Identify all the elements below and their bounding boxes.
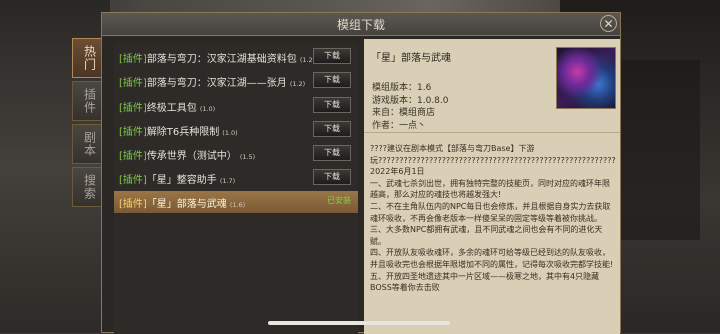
detail-title: 「星」部落与武魂 <box>371 53 451 64</box>
mod-tag: [插件] <box>119 199 147 210</box>
mod-name: 终极工具包 <box>146 103 197 114</box>
mod-row-selected[interactable]: [插件]「星」部落与武魂 (1.6) 已安装 <box>114 191 358 213</box>
desc-line: 四、开放队友吸收魂环，多余的魂环可给等级已经到达的队友吸收，并且吸收完也会根据年… <box>370 248 614 269</box>
download-button[interactable]: 下载 <box>313 169 351 185</box>
mod-row[interactable]: [插件]「星」整容助手 (1.7) 下载 <box>114 168 358 188</box>
mod-tag: [插件] <box>119 127 147 138</box>
mod-name: 解除T6兵种限制 <box>146 127 220 138</box>
mod-download-dialog: 模组下载 ✕ [插件]部落与弯刀：汉家江湖基础资料包 (1.2) 下载 [插件]部… <box>101 12 621 334</box>
desc-line: 三、大多数NPC都拥有武魂，且不同武魂之间也会有不同的进化天赋。 <box>370 225 603 246</box>
detail-mod-version: 模组版本：1.6 <box>372 83 432 93</box>
mod-name: 部落与弯刀：汉家江湖——张月 <box>146 78 287 89</box>
download-button[interactable]: 下载 <box>313 48 351 64</box>
mod-name: 部落与弯刀：汉家江湖基础资料包 <box>146 54 297 65</box>
mod-row[interactable]: [插件]解除T6兵种限制 (1.0) 下载 <box>114 120 358 140</box>
mod-thumbnail <box>556 47 616 109</box>
mod-tag: [插件] <box>119 103 147 114</box>
mod-version: (1.7) <box>219 177 236 185</box>
mod-row[interactable]: [插件]终极工具包 (1.0) 下载 <box>114 96 358 116</box>
mod-name: 「星」部落与武魂 <box>146 199 227 210</box>
download-button[interactable]: 下载 <box>313 97 351 113</box>
mod-list: [插件]部落与弯刀：汉家江湖基础资料包 (1.2) 下载 [插件]部落与弯刀：汉家… <box>114 43 358 334</box>
home-indicator[interactable] <box>268 321 450 325</box>
mod-version: (1.2) <box>289 80 306 88</box>
download-button[interactable]: 下载 <box>313 145 351 161</box>
detail-author: 作者：一点丶 <box>372 120 427 131</box>
desc-line: 一、武魂七杀剑出世，拥有独特完整的技能页，同时对应的魂环年限越高，那么对应的魂技… <box>370 178 610 200</box>
mod-tag: [插件] <box>119 54 147 65</box>
mod-version: (1.6) <box>229 201 246 209</box>
installed-status: 已安装 <box>327 196 351 205</box>
download-button[interactable]: 下载 <box>313 72 351 88</box>
close-icon[interactable]: ✕ <box>600 15 617 32</box>
mod-tag: [插件] <box>119 78 147 89</box>
dialog-title: 模组下载 <box>336 18 385 32</box>
mod-version: (1.0) <box>199 105 216 113</box>
desc-line: 二、不在主角队伍内的NPC每日也会修炼，并且根据自身实力去获取魂环吸收，不再会像… <box>370 201 611 223</box>
detail-source: 来自：模组商店 <box>372 108 436 118</box>
detail-game-version: 游戏版本：1.0.8.0 <box>372 95 449 106</box>
mod-tag: [插件] <box>119 151 147 162</box>
dialog-titlebar: 模组下载 ✕ <box>102 13 620 36</box>
mod-row[interactable]: [插件]部落与弯刀：汉家江湖基础资料包 (1.2) 下载 <box>114 47 358 67</box>
mod-row[interactable]: [插件]传承世界（测试中） (1.5) 下载 <box>114 144 358 164</box>
detail-description[interactable]: ????建议在剧本模式【部落与弯刀Base】下游玩???????????????… <box>370 143 616 294</box>
mod-tag: [插件] <box>119 175 147 186</box>
detail-meta: 模组版本：1.6 游戏版本：1.0.8.0 来自：模组商店 作者：一点丶 <box>372 82 449 132</box>
mod-detail-panel: 「星」部落与武魂 模组版本：1.6 游戏版本：1.0.8.0 来自：模组商店 作… <box>364 39 620 334</box>
desc-line: 2022年6月1日 <box>370 167 425 177</box>
background-door <box>620 60 700 240</box>
mod-row[interactable]: [插件]部落与弯刀：汉家江湖——张月 (1.2) 下载 <box>114 71 358 91</box>
mod-version: (1.0) <box>222 129 238 137</box>
mod-name: 「星」整容助手 <box>146 175 217 186</box>
download-button[interactable]: 下载 <box>313 121 351 137</box>
divider <box>364 132 620 133</box>
desc-line: ????建议在剧本模式【部落与弯刀Base】下游玩???????????????… <box>370 144 616 165</box>
desc-line: 五、开放四圣地遗迹其中一片区域——极寒之地，其中有4只隐藏BOSS等着你去击败 <box>370 271 600 293</box>
mod-version: (1.5) <box>239 153 256 161</box>
mod-name: 传承世界（测试中） <box>146 151 237 162</box>
